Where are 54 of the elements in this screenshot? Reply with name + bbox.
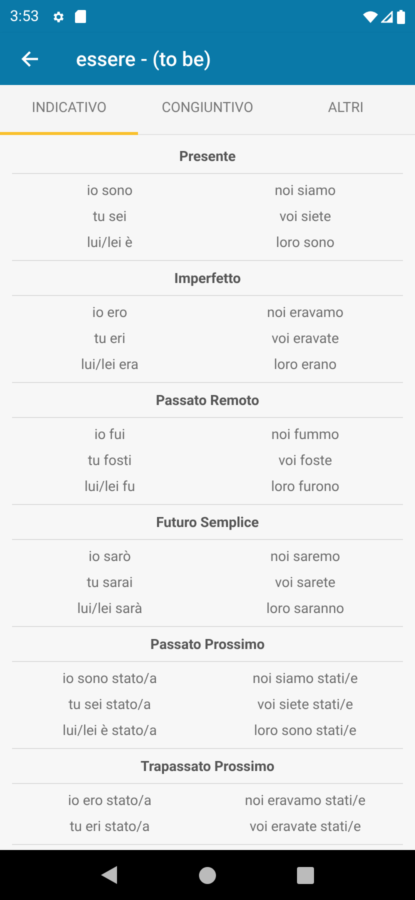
conjugation-text: tu fosti — [86, 452, 133, 470]
sd-card-icon — [74, 10, 86, 23]
gear-icon — [50, 10, 65, 24]
conjugation-text: lui/lei è — [86, 234, 134, 252]
conjugation-text: loro sono — [275, 234, 336, 252]
tense-heading: Futuro Semplice — [155, 514, 260, 533]
tense-heading: Presente — [178, 148, 237, 167]
conjugation-text: noi eravamo stati/e — [244, 792, 367, 810]
conjugation-text: loro furono — [270, 478, 340, 496]
conjugation-text: loro sono stati/e — [253, 722, 358, 740]
conjugation-text: voi foste — [277, 452, 334, 470]
conjugation-text: voi eravate — [270, 330, 340, 348]
conjugation-text: noi fummo — [270, 426, 340, 444]
tense-heading: Passato Prossimo — [149, 636, 266, 655]
square-icon — [297, 866, 314, 884]
conjugation-text: io sono stato/a — [62, 670, 158, 688]
conjugation-text: lui/lei era — [80, 356, 140, 374]
conjugation-text: tu eri — [93, 330, 126, 348]
conjugation-text: voi sarete — [274, 574, 336, 592]
conjugation-text: tu sei stato/a — [67, 696, 152, 714]
conjugation-text: noi siamo stati/e — [252, 670, 359, 688]
tense-heading: Trapassato Prossimo — [140, 758, 276, 777]
screen-title: essere - (to be) — [76, 46, 211, 73]
conjugation-text: noi siamo — [274, 182, 337, 200]
conjugation-text: lui/lei sarà — [76, 600, 144, 618]
signal-icon — [381, 10, 393, 22]
conjugation-text: tu sei — [92, 208, 128, 226]
back-icon — [21, 50, 39, 68]
tab[interactable]: CONGIUNTIVO — [138, 85, 277, 135]
conjugation-text: lui/lei fu — [83, 478, 136, 496]
conjugation-text: voi siete stati/e — [256, 696, 354, 714]
battery-icon — [397, 10, 405, 24]
conjugation-text: io fui — [93, 426, 126, 444]
conjugation-text: io sono — [86, 182, 134, 200]
status-time: 3:53 — [10, 6, 39, 28]
conjugation-text: lui/lei è stato/a — [62, 722, 158, 740]
conjugation-text: io sarò — [88, 548, 132, 566]
conjugation-text: loro saranno — [265, 600, 346, 618]
conjugation-text: io ero — [91, 304, 128, 322]
tense-heading: Passato Remoto — [154, 392, 260, 411]
wifi-icon — [363, 10, 378, 22]
conjugation-text: tu eri stato/a — [68, 818, 151, 836]
triangle-icon — [101, 866, 118, 884]
circle-icon — [198, 866, 216, 884]
conjugation-text: tu sarai — [86, 574, 134, 592]
conjugation-text: io ero stato/a — [66, 792, 153, 810]
conjugation-text: voi siete — [278, 208, 332, 226]
conjugation-text: noi saremo — [269, 548, 342, 566]
tense-heading: Imperfetto — [173, 270, 242, 289]
conjugation-text: noi eravamo — [266, 304, 345, 322]
tab[interactable]: ALTRI — [276, 85, 415, 135]
conjugation-text: voi eravate stati/e — [248, 818, 362, 836]
conjugation-text: loro erano — [272, 356, 338, 374]
tab[interactable]: INDICATIVO — [0, 85, 138, 135]
